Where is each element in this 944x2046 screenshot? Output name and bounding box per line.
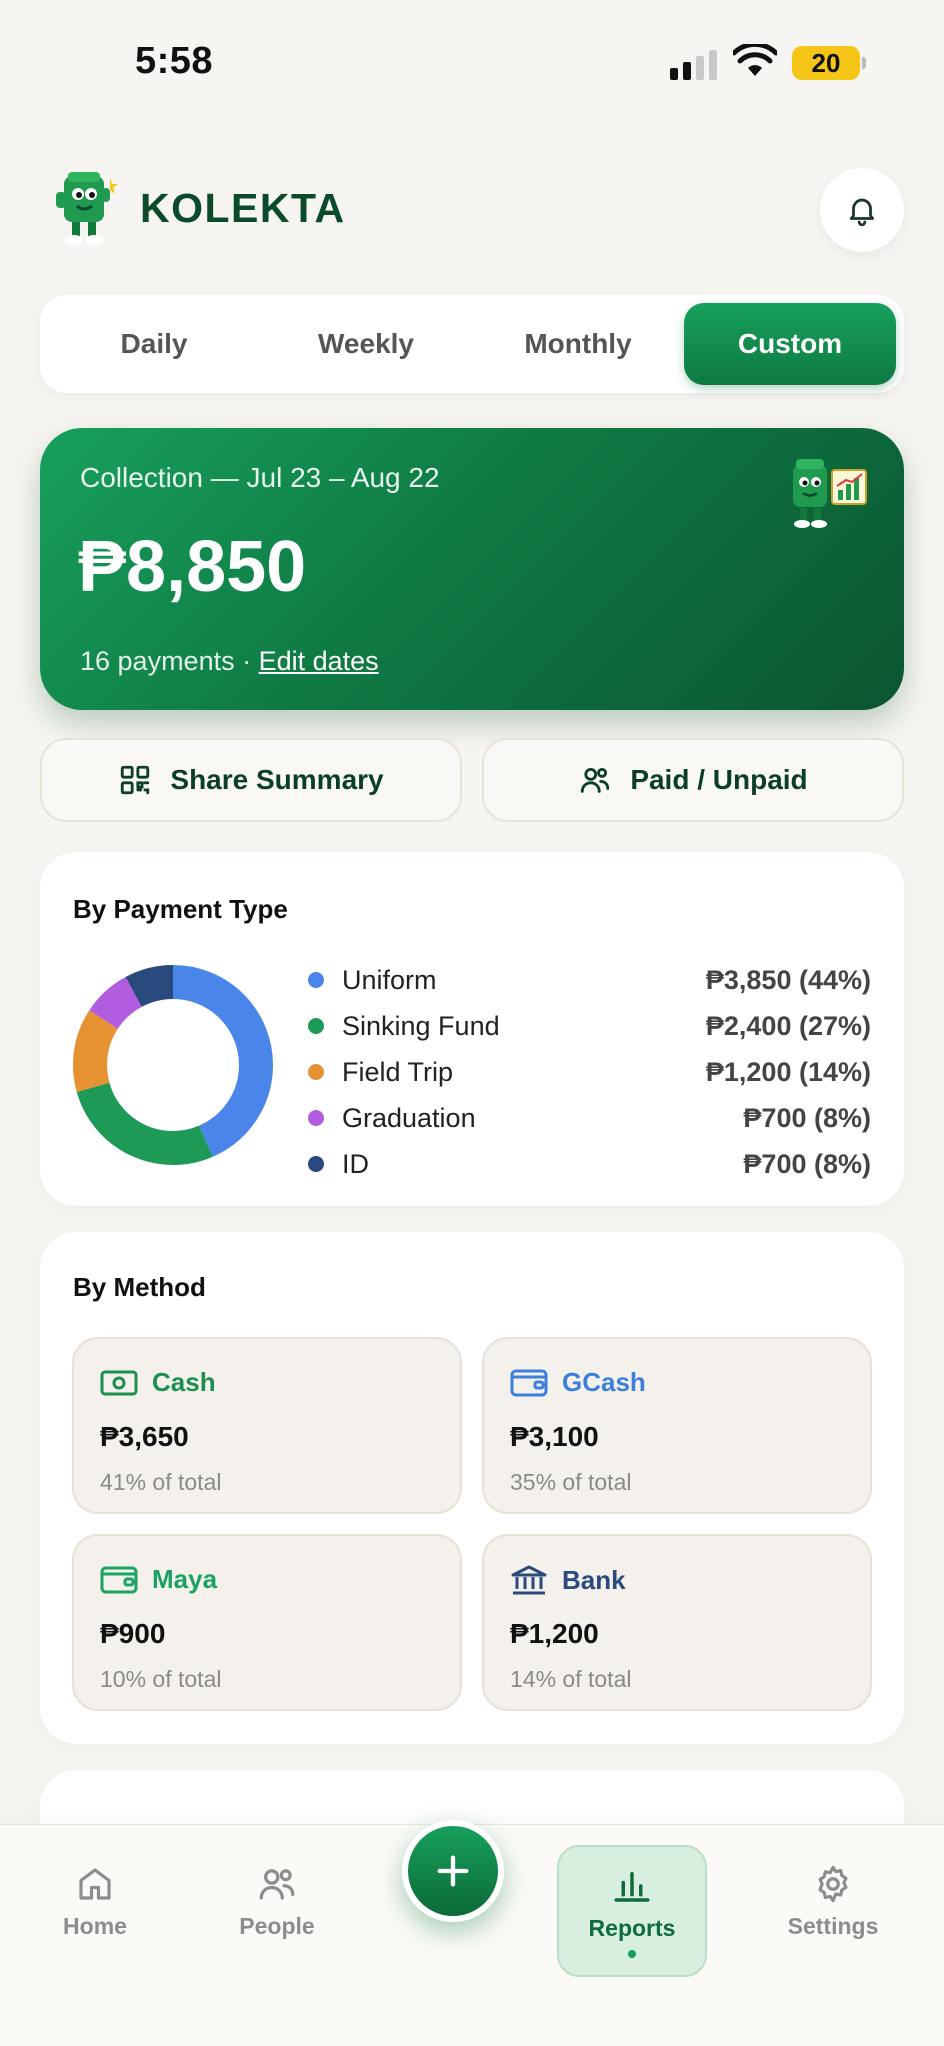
bar-chart-icon xyxy=(614,1871,650,1902)
payment-type-card: By Payment Type Uniform ₱3,850 (44%) Sin… xyxy=(40,852,904,1206)
legend-item-sinking-fund: Sinking Fund ₱2,400 (27%) xyxy=(308,1003,871,1049)
method-amount: ₱900 xyxy=(100,1618,166,1649)
nav-people-label: People xyxy=(239,1913,315,1939)
wifi-icon xyxy=(733,44,777,76)
wallet-icon xyxy=(100,1566,138,1593)
nav-settings-label: Settings xyxy=(787,1913,879,1939)
share-summary-button[interactable]: Share Summary xyxy=(40,738,462,822)
signal-icon xyxy=(670,50,717,80)
add-payment-button[interactable] xyxy=(402,1820,504,1922)
method-label: Cash xyxy=(152,1367,216,1397)
home-icon xyxy=(79,1868,111,1900)
period-tabs: Daily Weekly Monthly Custom xyxy=(40,295,904,393)
method-amount: ₱3,650 xyxy=(100,1421,189,1452)
legend-label: Field Trip xyxy=(342,1056,454,1087)
app-header: KOLEKTA xyxy=(40,165,904,255)
edit-dates-link[interactable]: Edit dates xyxy=(259,646,379,676)
method-label: Maya xyxy=(152,1564,218,1594)
legend-label: Sinking Fund xyxy=(342,1010,500,1041)
tab-custom[interactable]: Custom xyxy=(684,303,896,385)
method-head: Bank xyxy=(510,1564,626,1596)
nav-home[interactable]: Home xyxy=(20,1863,170,1973)
legend-value: ₱700 (8%) xyxy=(743,1148,871,1179)
method-percent: 14% of total xyxy=(510,1666,632,1692)
method-card: By Method Cash ₱3,650 41% of total GCash… xyxy=(40,1232,904,1744)
legend-dot xyxy=(308,1018,324,1034)
method-grid: Cash ₱3,650 41% of total GCash ₱3,100 35… xyxy=(72,1337,872,1711)
legend-value: ₱1,200 (14%) xyxy=(705,1056,871,1087)
status-bar: 5:58 20 xyxy=(0,0,944,120)
bell-icon xyxy=(849,198,875,227)
payment-type-legend: Uniform ₱3,850 (44%) Sinking Fund ₱2,400… xyxy=(308,957,871,1187)
method-tile-maya[interactable]: Maya ₱900 10% of total xyxy=(72,1534,462,1711)
method-percent: 41% of total xyxy=(100,1469,222,1495)
mascot-logo-icon xyxy=(56,172,118,245)
tab-weekly[interactable]: Weekly xyxy=(260,303,472,385)
legend-value: ₱2,400 (27%) xyxy=(705,1010,871,1041)
legend-item-graduation: Graduation ₱700 (8%) xyxy=(308,1095,871,1141)
method-label: GCash xyxy=(562,1367,646,1397)
nav-home-label: Home xyxy=(63,1913,127,1939)
method-tile-gcash[interactable]: GCash ₱3,100 35% of total xyxy=(482,1337,872,1514)
nav-reports[interactable]: Reports xyxy=(557,1845,707,1977)
legend-label: Uniform xyxy=(342,964,437,995)
method-amount: ₱1,200 xyxy=(510,1618,599,1649)
legend-value: ₱700 (8%) xyxy=(743,1102,871,1133)
legend-dot xyxy=(308,1064,324,1080)
collection-summary-card: Collection — Jul 23 – Aug 22 ₱8,850 16 p… xyxy=(40,428,904,710)
legend-label: ID xyxy=(342,1148,369,1179)
cash-icon xyxy=(100,1370,138,1395)
battery-indicator: 20 xyxy=(792,46,866,80)
method-percent: 35% of total xyxy=(510,1469,632,1495)
nav-settings[interactable]: Settings xyxy=(758,1863,908,1973)
method-head: Maya xyxy=(100,1564,217,1595)
legend-item-field-trip: Field Trip ₱1,200 (14%) xyxy=(308,1049,871,1095)
method-head: GCash xyxy=(510,1367,646,1398)
method-tile-bank[interactable]: Bank ₱1,200 14% of total xyxy=(482,1534,872,1711)
method-head: Cash xyxy=(100,1367,216,1398)
collection-period: Collection — Jul 23 – Aug 22 xyxy=(80,462,440,493)
quick-actions: Share Summary Paid / Unpaid xyxy=(40,738,904,822)
method-label: Bank xyxy=(562,1564,626,1595)
active-indicator xyxy=(628,1949,636,1958)
legend-value: ₱3,850 (44%) xyxy=(705,964,871,995)
tab-daily[interactable]: Daily xyxy=(48,303,260,385)
mascot-chart-icon xyxy=(791,459,867,528)
method-amount: ₱3,100 xyxy=(510,1421,599,1452)
collection-total: ₱8,850 xyxy=(78,527,307,607)
payments-count: 16 payments · xyxy=(80,646,259,676)
bank-icon xyxy=(511,1565,547,1595)
status-time: 5:58 xyxy=(135,40,214,82)
legend-label: Graduation xyxy=(342,1102,476,1133)
legend-dot xyxy=(308,1156,324,1172)
wallet-icon xyxy=(510,1369,548,1396)
method-tile-cash[interactable]: Cash ₱3,650 41% of total xyxy=(72,1337,462,1514)
battery-level: 20 xyxy=(811,48,841,78)
brand-title: KOLEKTA xyxy=(140,185,346,231)
method-percent: 10% of total xyxy=(100,1666,222,1692)
payment-type-title: By Payment Type xyxy=(73,894,288,924)
collection-subline: 16 payments · Edit dates xyxy=(80,646,379,677)
payment-type-donut-chart xyxy=(73,965,273,1165)
plus-icon xyxy=(437,1855,469,1887)
legend-item-id: ID ₱700 (8%) xyxy=(308,1141,871,1187)
legend-dot xyxy=(308,972,324,988)
gear-icon xyxy=(818,1865,848,1903)
share-summary-label: Share Summary xyxy=(170,764,384,795)
people-icon xyxy=(259,1869,295,1900)
legend-item-uniform: Uniform ₱3,850 (44%) xyxy=(308,957,871,1003)
legend-dot xyxy=(308,1110,324,1126)
paid-unpaid-label: Paid / Unpaid xyxy=(630,764,808,795)
paid-unpaid-button[interactable]: Paid / Unpaid xyxy=(482,738,904,822)
notifications-button[interactable] xyxy=(820,168,904,252)
method-title: By Method xyxy=(73,1272,206,1302)
people-icon xyxy=(581,767,610,793)
qr-code-icon xyxy=(121,765,150,795)
nav-reports-label: Reports xyxy=(588,1914,676,1941)
nav-people[interactable]: People xyxy=(202,1863,352,1973)
tab-monthly[interactable]: Monthly xyxy=(472,303,684,385)
